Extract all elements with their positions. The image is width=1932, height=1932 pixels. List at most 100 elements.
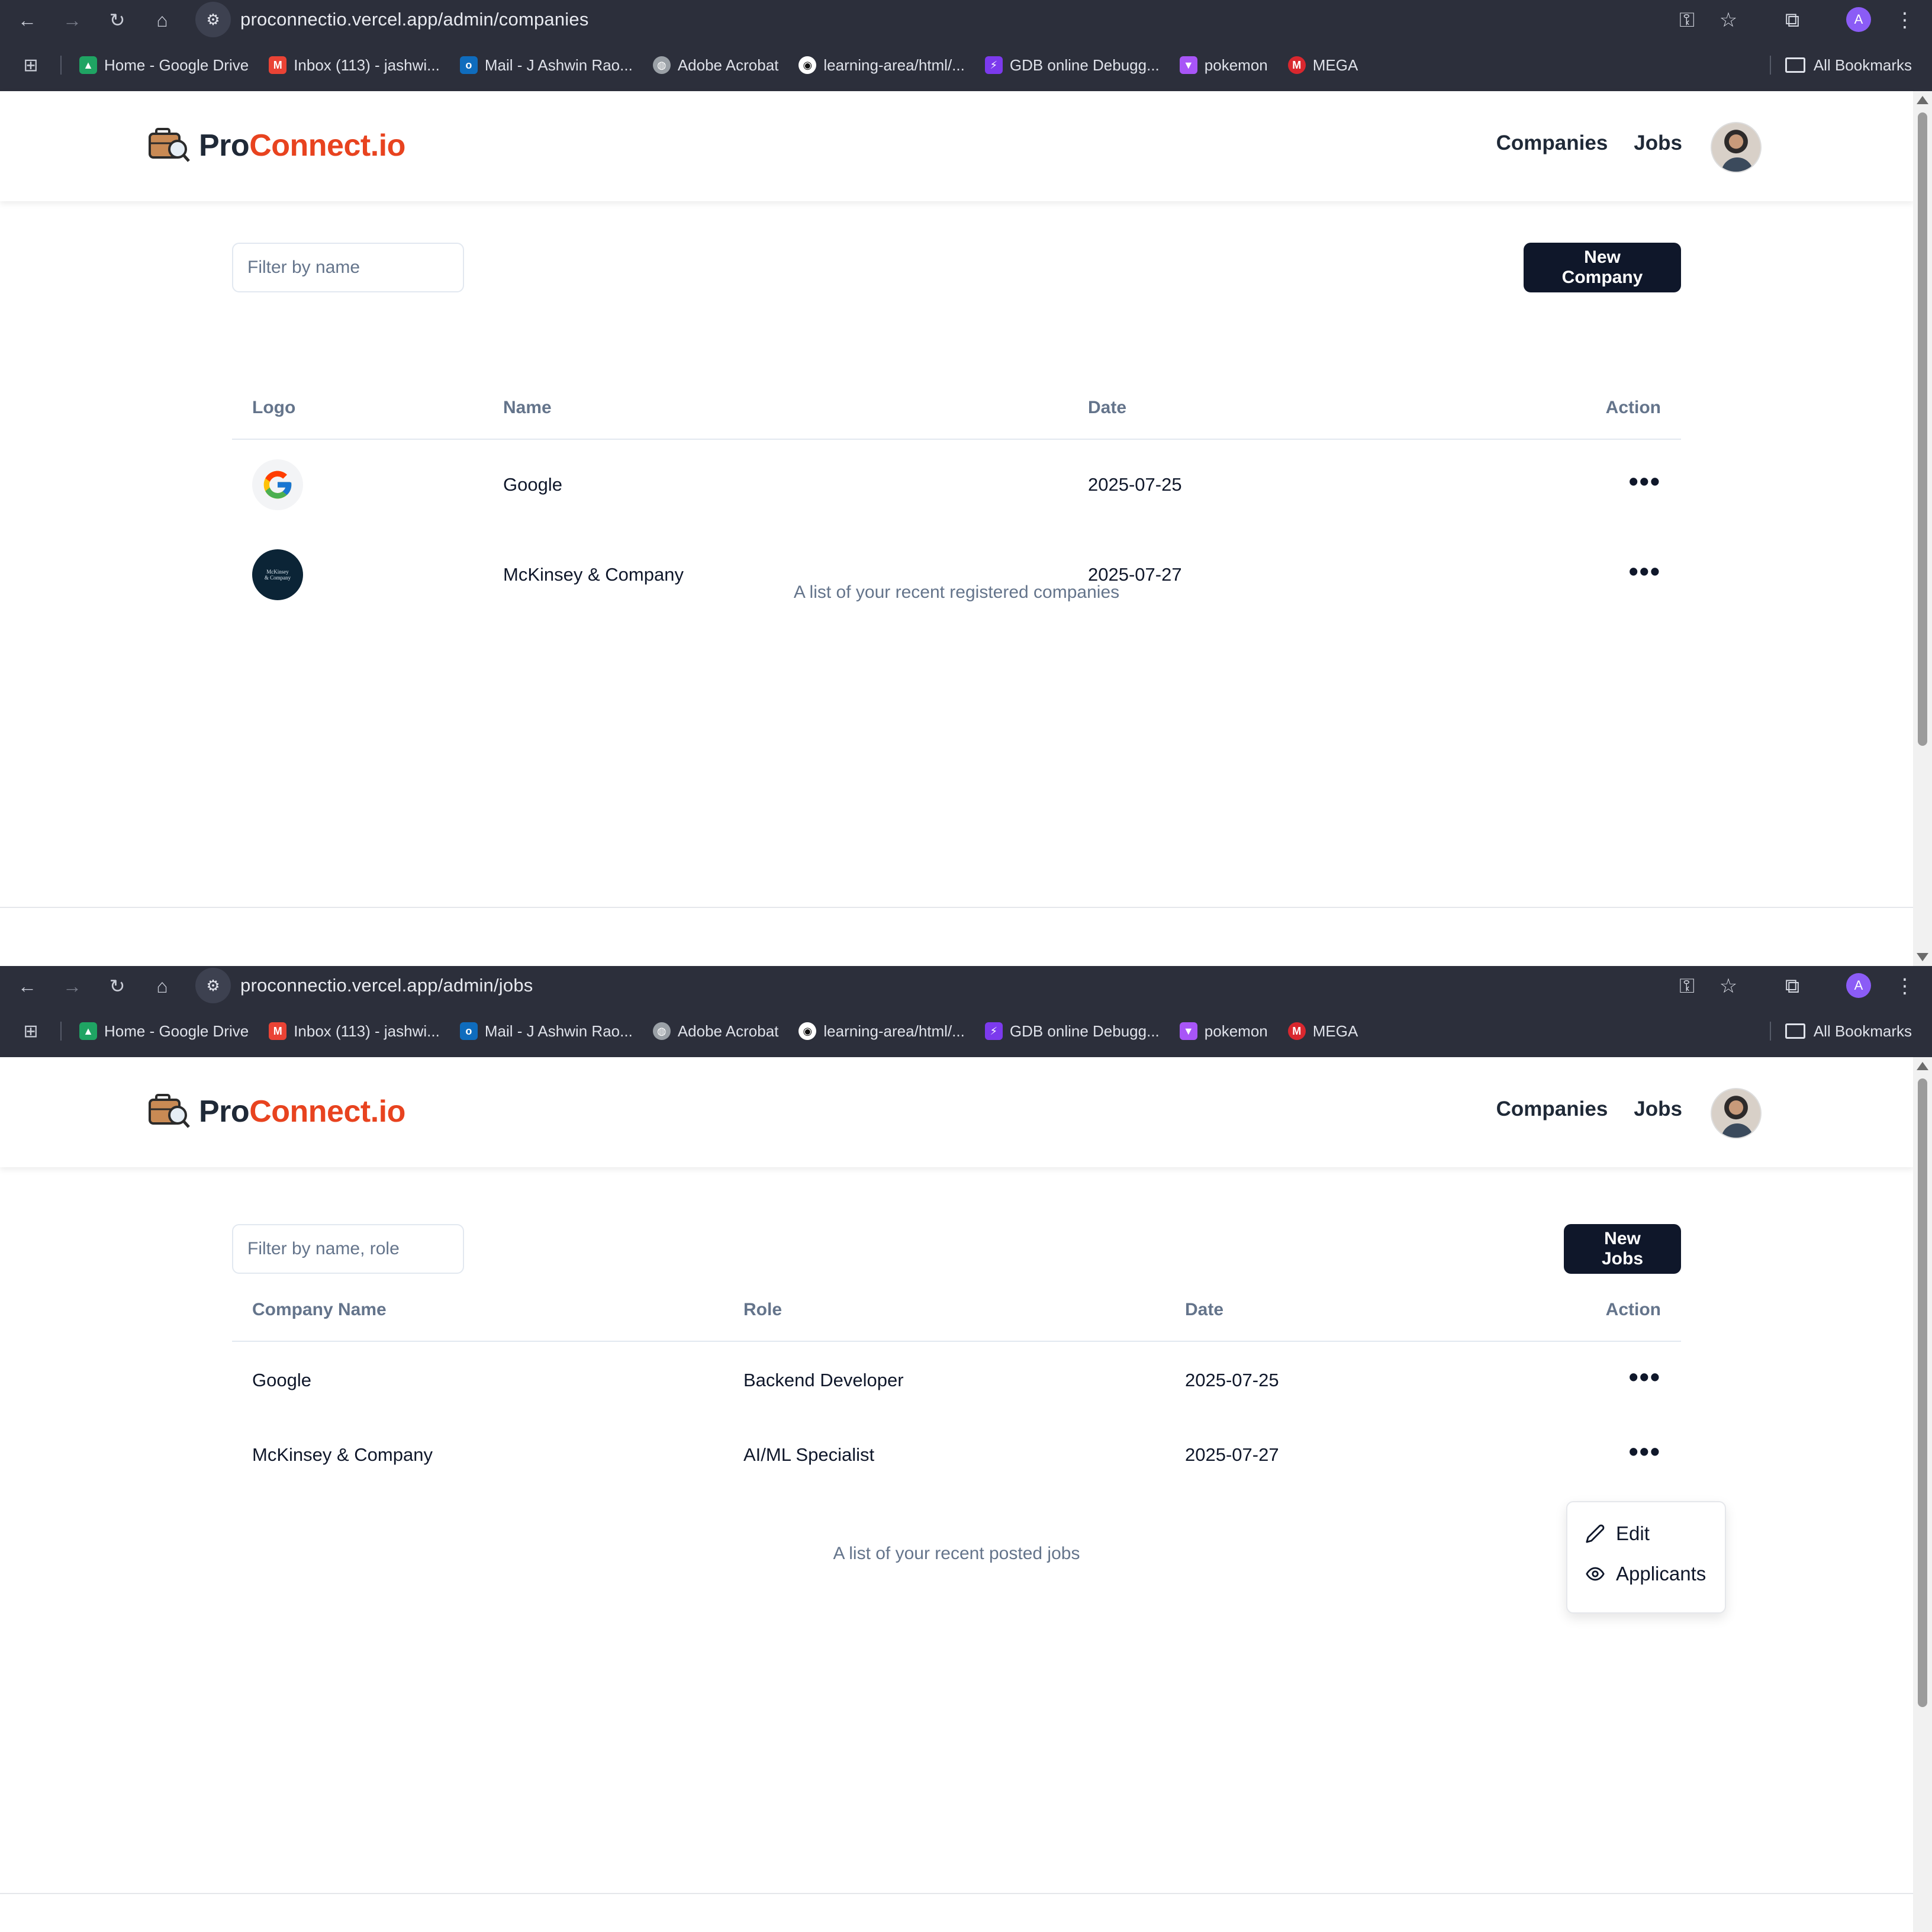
url-text[interactable]: proconnectio.vercel.app/admin/companies: [240, 9, 589, 30]
bookmark-gdb[interactable]: ⚡ GDB online Debugg...: [984, 1022, 1160, 1041]
browser-window-companies: ← → ↻ ⌂ ⚙ proconnectio.vercel.app/admin/…: [0, 0, 1932, 966]
table-row: Google 2025-07-25 •••: [232, 439, 1681, 529]
bookmark-pokemon[interactable]: ▼ pokemon: [1179, 56, 1268, 75]
bookmark-star-icon[interactable]: ☆: [1713, 5, 1744, 36]
jobs-table: Company Name Role Date Action Google Bac…: [232, 1279, 1681, 1492]
folder-icon: [1785, 57, 1805, 73]
nav-companies-link[interactable]: Companies: [1496, 1097, 1608, 1121]
url-text[interactable]: proconnectio.vercel.app/admin/jobs: [240, 975, 533, 996]
bookmark-pokemon[interactable]: ▼ pokemon: [1179, 1022, 1268, 1041]
role-cell: Backend Developer: [743, 1369, 904, 1390]
pencil-icon: [1586, 1524, 1605, 1543]
site-navbar: ProConnect.io Companies Jobs: [0, 91, 1913, 201]
site-navbar: ProConnect.io Companies Jobs: [0, 1057, 1913, 1167]
bookmarks-bar: ⊞ ▲ Home - Google Drive M Inbox (113) - ja…: [0, 1012, 1932, 1050]
column-header-company: Company Name: [232, 1279, 723, 1342]
profile-avatar-chip[interactable]: A: [1846, 7, 1871, 32]
nav-companies-link[interactable]: Companies: [1496, 131, 1608, 155]
bookmark-outlook[interactable]: o Mail - J Ashwin Rao...: [459, 1022, 633, 1041]
nav-links: Companies Jobs: [1496, 1097, 1682, 1121]
bookmark-github[interactable]: ◉ learning-area/html/...: [798, 1022, 965, 1041]
address-bar[interactable]: ⚙ proconnectio.vercel.app/admin/jobs: [195, 967, 1752, 1004]
user-avatar[interactable]: [1711, 122, 1762, 173]
bookmark-adobe-acrobat[interactable]: ◍ Adobe Acrobat: [652, 1022, 778, 1041]
bolt-icon: ⚡: [984, 56, 1003, 74]
new-company-button[interactable]: New Company: [1524, 243, 1681, 292]
scroll-thumb[interactable]: [1918, 1078, 1927, 1707]
kebab-menu-icon[interactable]: ⋮: [1889, 5, 1920, 36]
bookmark-star-icon[interactable]: ☆: [1713, 971, 1744, 1002]
forward-icon[interactable]: →: [57, 971, 88, 1002]
reload-icon[interactable]: ↻: [102, 971, 133, 1002]
apps-grid-icon[interactable]: ⊞: [19, 53, 43, 77]
site-info-icon[interactable]: ⚙: [195, 2, 231, 37]
edit-menu-item[interactable]: Edit: [1585, 1522, 1650, 1545]
google-drive-icon: ▲: [79, 56, 97, 74]
date-cell: 2025-07-25: [1185, 1369, 1279, 1390]
site-info-icon[interactable]: ⚙: [195, 968, 231, 1003]
company-name-cell: McKinsey & Company: [252, 1444, 433, 1465]
all-bookmarks-button[interactable]: All Bookmarks: [1785, 46, 1912, 84]
address-bar[interactable]: ⚙ proconnectio.vercel.app/admin/companie…: [195, 1, 1752, 38]
company-name-cell: Google: [503, 474, 562, 495]
all-bookmarks-button[interactable]: All Bookmarks: [1785, 1012, 1912, 1050]
bookmark-google-drive[interactable]: ▲ Home - Google Drive: [79, 56, 249, 75]
bookmark-github[interactable]: ◉ learning-area/html/...: [798, 56, 965, 75]
bookmark-gdb[interactable]: ⚡ GDB online Debugg...: [984, 56, 1160, 75]
new-jobs-button[interactable]: New Jobs: [1564, 1224, 1681, 1274]
site-logo[interactable]: ProConnect.io: [148, 127, 405, 165]
home-icon[interactable]: ⌂: [147, 971, 178, 1002]
nav-links: Companies Jobs: [1496, 131, 1682, 155]
scrollbar[interactable]: [1913, 91, 1932, 966]
company-name-cell: Google: [252, 1369, 311, 1390]
bookmark-gmail[interactable]: M Inbox (113) - jashwi...: [269, 56, 440, 75]
table-row: McKinsey & Company AI/ML Specialist 2025…: [232, 1418, 1681, 1492]
divider: [0, 907, 1913, 908]
kebab-menu-icon[interactable]: ⋮: [1889, 971, 1920, 1002]
password-key-icon[interactable]: ⚿: [1672, 5, 1702, 36]
row-actions-icon[interactable]: •••: [1629, 468, 1661, 495]
browser-toolbar: ← → ↻ ⌂ ⚙ proconnectio.vercel.app/admin/…: [0, 0, 1932, 39]
mega-icon: M: [1287, 56, 1306, 74]
row-actions-icon[interactable]: •••: [1629, 1363, 1661, 1390]
divider: [60, 1022, 62, 1041]
extensions-icon[interactable]: ⧉: [1777, 971, 1808, 1002]
table-caption: A list of your recent posted jobs: [833, 1544, 1080, 1563]
forward-icon[interactable]: →: [57, 5, 88, 36]
scroll-down-arrow-icon[interactable]: [1917, 953, 1928, 961]
user-avatar[interactable]: [1711, 1088, 1762, 1139]
divider: [0, 1893, 1913, 1894]
scroll-up-arrow-icon[interactable]: [1917, 1062, 1928, 1070]
bookmark-gmail[interactable]: M Inbox (113) - jashwi...: [269, 1022, 440, 1041]
nav-jobs-link[interactable]: Jobs: [1634, 131, 1682, 155]
bookmark-mega[interactable]: M MEGA: [1287, 1022, 1358, 1041]
bookmark-adobe-acrobat[interactable]: ◍ Adobe Acrobat: [652, 56, 778, 75]
row-actions-icon[interactable]: •••: [1629, 558, 1661, 585]
reload-icon[interactable]: ↻: [102, 5, 133, 36]
google-g-icon: [263, 471, 292, 498]
github-icon: ◉: [798, 56, 817, 74]
scrollbar[interactable]: [1913, 1057, 1932, 1932]
bookmark-google-drive[interactable]: ▲ Home - Google Drive: [79, 1022, 249, 1041]
scroll-up-arrow-icon[interactable]: [1917, 96, 1928, 104]
back-icon[interactable]: ←: [12, 5, 43, 36]
nav-jobs-link[interactable]: Jobs: [1634, 1097, 1682, 1121]
extensions-icon[interactable]: ⧉: [1777, 5, 1808, 36]
filter-companies-input[interactable]: [232, 243, 464, 292]
applicants-menu-item[interactable]: Applicants: [1585, 1563, 1706, 1585]
scroll-thumb[interactable]: [1918, 112, 1927, 746]
brand-name: ProConnect.io: [199, 1094, 405, 1129]
password-key-icon[interactable]: ⚿: [1672, 971, 1702, 1002]
apps-grid-icon[interactable]: ⊞: [19, 1019, 43, 1043]
bookmark-outlook[interactable]: o Mail - J Ashwin Rao...: [459, 56, 633, 75]
bookmark-mega[interactable]: M MEGA: [1287, 56, 1358, 75]
column-header-date: Date: [1068, 376, 1482, 440]
row-actions-icon[interactable]: •••: [1629, 1438, 1661, 1465]
filter-jobs-input[interactable]: [232, 1224, 464, 1274]
site-logo[interactable]: ProConnect.io: [148, 1093, 405, 1131]
profile-avatar-chip[interactable]: A: [1846, 973, 1871, 998]
table-header-row: Company Name Role Date Action: [232, 1279, 1681, 1342]
back-icon[interactable]: ←: [12, 971, 43, 1002]
home-icon[interactable]: ⌂: [147, 5, 178, 36]
mega-icon: M: [1287, 1022, 1306, 1040]
